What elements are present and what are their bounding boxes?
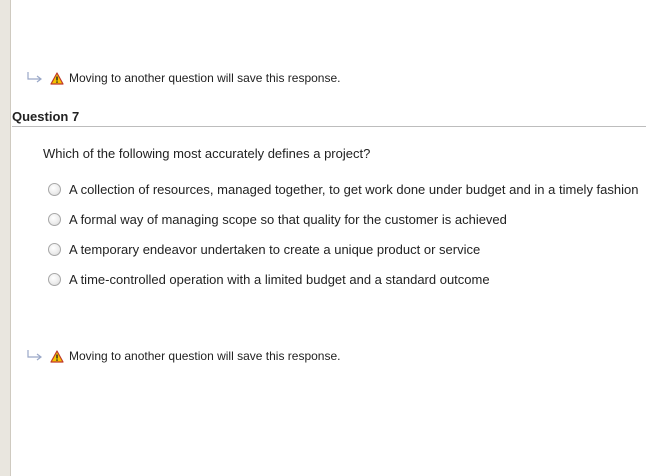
answer-option[interactable]: A temporary endeavor undertaken to creat…: [48, 234, 638, 264]
answer-option[interactable]: A time-controlled operation with a limit…: [48, 264, 638, 294]
answer-option-label[interactable]: A formal way of managing scope so that q…: [69, 212, 507, 227]
save-notice-bottom: Moving to another question will save thi…: [26, 347, 340, 365]
warning-icon: [50, 349, 64, 363]
save-notice-top: Moving to another question will save thi…: [26, 69, 340, 87]
radio-button[interactable]: [48, 242, 61, 256]
answer-option-label[interactable]: A collection of resources, managed toget…: [69, 182, 638, 197]
answer-option-label[interactable]: A time-controlled operation with a limit…: [69, 272, 490, 287]
question-title: Question 7: [12, 109, 646, 127]
radio-button[interactable]: [48, 182, 61, 196]
answer-option-label[interactable]: A temporary endeavor undertaken to creat…: [69, 242, 480, 257]
answer-option[interactable]: A formal way of managing scope so that q…: [48, 204, 638, 234]
warning-icon: [50, 71, 64, 85]
save-notice-text: Moving to another question will save thi…: [69, 349, 341, 363]
answer-options: A collection of resources, managed toget…: [48, 174, 638, 294]
left-rail: [0, 0, 11, 476]
radio-button[interactable]: [48, 212, 61, 226]
answer-option[interactable]: A collection of resources, managed toget…: [48, 174, 638, 204]
return-arrow-icon: [27, 72, 42, 83]
radio-button[interactable]: [48, 272, 61, 286]
return-arrow-icon: [27, 350, 42, 361]
save-notice-text: Moving to another question will save thi…: [69, 71, 341, 85]
question-prompt: Which of the following most accurately d…: [43, 146, 371, 161]
page: Moving to another question will save thi…: [0, 0, 646, 476]
